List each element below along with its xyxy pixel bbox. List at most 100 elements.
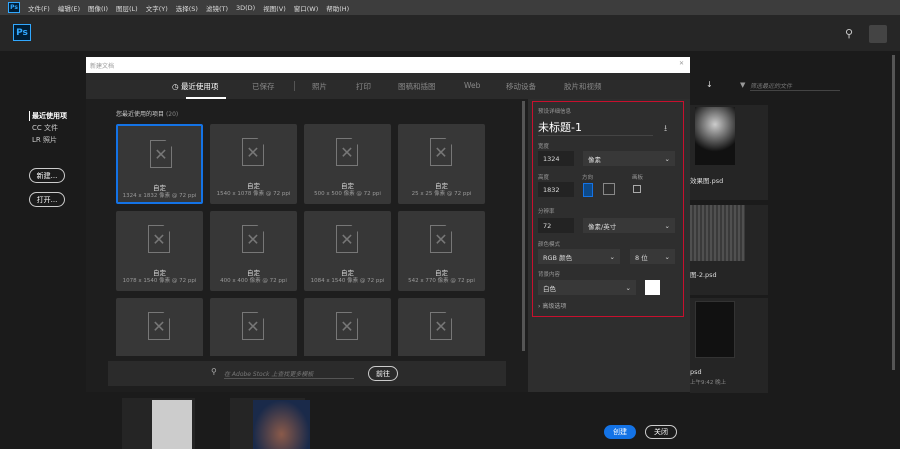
custom-preset-icon: ✕: [152, 230, 166, 249]
close-button[interactable]: 关闭: [645, 425, 677, 439]
preset-tile[interactable]: ✕ 自定 542 x 770 像素 @ 72 ppi: [398, 211, 485, 291]
tab-film-video[interactable]: 胶片和视频: [564, 81, 602, 92]
landscape-orientation-button[interactable]: [603, 183, 615, 195]
background-select[interactable]: 白色 ⌄: [538, 280, 636, 295]
height-label: 高度: [538, 175, 550, 181]
preset-size: 400 x 400 像素 @ 72 ppi: [220, 278, 287, 284]
preset-tile[interactable]: ✕ 自定 1324 x 1832 像素 @ 72 ppi: [116, 124, 203, 204]
preset-tile[interactable]: ✕: [116, 298, 203, 356]
file-thumbnail: [695, 301, 735, 358]
preset-tile[interactable]: ✕: [304, 298, 391, 356]
custom-preset-icon: ✕: [340, 317, 354, 336]
color-mode-value: RGB 颜色: [543, 253, 573, 262]
preset-tile[interactable]: ✕ 自定 1084 x 1540 像素 @ 72 ppi: [304, 211, 391, 291]
resolution-unit-select[interactable]: 像素/英寸 ⌄: [583, 218, 675, 233]
artboard-checkbox[interactable]: [633, 185, 641, 193]
preset-tile[interactable]: ✕: [210, 298, 297, 356]
preset-tile[interactable]: ✕ 自定 400 x 400 像素 @ 72 ppi: [210, 211, 297, 291]
recent-presets-grid: ✕ 自定 1324 x 1832 像素 @ 72 ppi ✕ 自定 1540 x 1078…: [116, 124, 496, 356]
height-input[interactable]: 1832: [538, 182, 574, 197]
document-name-input[interactable]: 未标题-1: [538, 119, 653, 136]
color-mode-label: 颜色模式: [538, 242, 561, 248]
sort-down-icon[interactable]: ↓: [706, 80, 713, 89]
dialog-title-text: 新建文档: [90, 63, 115, 70]
chevron-down-icon: ⌄: [664, 154, 670, 163]
dialog-title: 新建文档 ✕: [86, 57, 690, 73]
bit-depth-select[interactable]: 8 位 ⌄: [630, 249, 675, 264]
resolution-input[interactable]: 72: [538, 218, 574, 233]
account-avatar[interactable]: [869, 25, 887, 43]
open-button[interactable]: 打开...: [29, 192, 65, 207]
portrait-orientation-button[interactable]: [583, 183, 593, 197]
preset-size: 542 x 770 像素 @ 72 ppi: [408, 278, 475, 284]
app-header: Ps ⚲: [0, 15, 900, 51]
sidebar-item-recent[interactable]: 最近使用项: [29, 111, 67, 121]
recent-file-card[interactable]: [122, 398, 195, 449]
custom-preset-icon: ✕: [246, 230, 260, 249]
file-thumbnail: [695, 107, 735, 165]
preset-size: 1540 x 1078 像素 @ 72 ppi: [216, 191, 291, 197]
menu-edit[interactable]: 编辑(E): [58, 3, 80, 13]
chevron-down-icon: ⌄: [625, 283, 631, 292]
menu-view[interactable]: 视图(V): [263, 3, 286, 13]
width-input[interactable]: 1324: [538, 151, 574, 166]
menu-image[interactable]: 图像(I): [88, 3, 108, 13]
create-button[interactable]: 创建: [604, 425, 636, 439]
menu-file[interactable]: 文件(F): [28, 3, 50, 13]
menu-select[interactable]: 选择(S): [176, 3, 198, 13]
preset-details-panel: 预设详细信息 未标题-1 ⭳ 宽度 1324 像素 ⌄ 高度 1832 方向 画板…: [528, 99, 690, 439]
tab-print[interactable]: 打印: [356, 81, 371, 92]
preset-tile[interactable]: ✕: [398, 298, 485, 356]
recent-file-card[interactable]: 图-2.psd: [690, 205, 768, 295]
menu-bar: Ps 文件(F) 编辑(E) 图像(I) 图层(L) 文字(Y) 选择(S) 滤…: [0, 0, 900, 15]
preset-size: 1084 x 1540 像素 @ 72 ppi: [310, 278, 385, 284]
search-icon[interactable]: ⚲: [845, 27, 853, 40]
stock-search-bar: ⚲ 在 Adobe Stock 上查找更多模板 前往: [108, 361, 506, 386]
go-button[interactable]: 前往: [368, 366, 398, 381]
width-unit-select[interactable]: 像素 ⌄: [583, 151, 675, 166]
menu-filter[interactable]: 滤镜(T): [206, 3, 228, 13]
color-mode-select[interactable]: RGB 颜色 ⌄: [538, 249, 620, 264]
tab-recent[interactable]: ◷ 最近使用项: [172, 81, 218, 92]
custom-preset-icon: ✕: [154, 145, 168, 164]
custom-preset-icon: ✕: [152, 317, 166, 336]
menu-help[interactable]: 帮助(H): [326, 3, 349, 13]
file-name: 效果图.psd: [690, 177, 724, 185]
preset-tile[interactable]: ✕ 自定 1078 x 1540 像素 @ 72 ppi: [116, 211, 203, 291]
home-scrollbar[interactable]: [892, 55, 895, 370]
tab-art-illustration[interactable]: 图稿和插图: [398, 81, 436, 92]
preset-tile[interactable]: ✕ 自定 25 x 25 像素 @ 72 ppi: [398, 124, 485, 204]
tab-web[interactable]: Web: [464, 81, 480, 90]
file-name: 图-2.psd: [690, 271, 717, 279]
background-color-swatch[interactable]: [645, 280, 660, 295]
filter-icon: ▼: [740, 81, 746, 89]
sidebar-item-lr-photos[interactable]: LR 照片: [32, 135, 57, 145]
preset-tile[interactable]: ✕ 自定 1540 x 1078 像素 @ 72 ppi: [210, 124, 297, 204]
new-button[interactable]: 新建...: [29, 168, 65, 183]
preset-size: 25 x 25 像素 @ 72 ppi: [411, 191, 472, 197]
recent-file-card[interactable]: psd 上午9:42 晚上: [690, 298, 768, 393]
tab-saved[interactable]: 已保存: [252, 81, 275, 92]
menu-layer[interactable]: 图层(L): [116, 3, 138, 13]
tab-label: 最近使用项: [180, 82, 219, 91]
menu-3d[interactable]: 3D(D): [236, 4, 255, 12]
close-icon[interactable]: ✕: [679, 60, 684, 67]
stock-search-input[interactable]: 在 Adobe Stock 上查找更多模板: [224, 369, 354, 379]
preset-tile[interactable]: ✕ 自定 500 x 500 像素 @ 72 ppi: [304, 124, 391, 204]
filter-input[interactable]: 筛选最近的文件: [750, 81, 840, 91]
bit-depth-value: 8 位: [635, 253, 648, 262]
advanced-options-toggle[interactable]: › 高级选项: [538, 301, 566, 310]
sidebar-item-cc-files[interactable]: CC 文件: [32, 123, 58, 133]
recent-file-card[interactable]: 效果图.psd: [690, 105, 768, 200]
resolution-unit-value: 像素/英寸: [588, 222, 617, 231]
menu-type[interactable]: 文字(Y): [146, 3, 168, 13]
recent-file-card[interactable]: [230, 398, 310, 449]
presets-scrollbar[interactable]: [522, 101, 525, 351]
custom-preset-icon: ✕: [434, 230, 448, 249]
save-preset-icon[interactable]: ⭳: [664, 121, 667, 137]
custom-preset-icon: ✕: [246, 317, 260, 336]
tab-photo[interactable]: 照片: [312, 81, 327, 92]
width-label: 宽度: [538, 144, 550, 150]
tab-mobile[interactable]: 移动设备: [506, 81, 536, 92]
menu-window[interactable]: 窗口(W): [294, 3, 319, 13]
